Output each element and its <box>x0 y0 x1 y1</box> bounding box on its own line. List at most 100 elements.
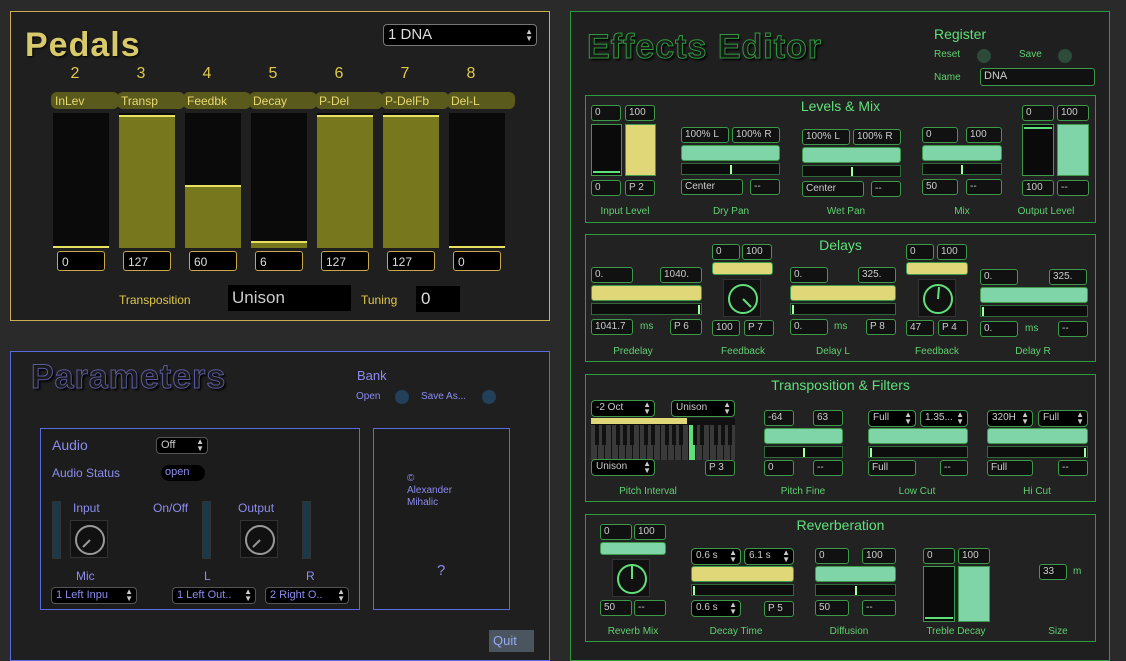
hi-cut-value[interactable]: Full <box>987 460 1033 476</box>
decay-slider-thumb[interactable] <box>693 586 695 595</box>
reverb-mix-bar[interactable] <box>600 542 666 555</box>
pitch-fine-bar[interactable] <box>764 428 843 444</box>
mix-pedal[interactable]: -- <box>966 179 1002 195</box>
diffusion-max[interactable]: 100 <box>862 548 896 564</box>
save-button[interactable] <box>1058 49 1072 63</box>
predelay-slider[interactable] <box>591 303 702 315</box>
hi-cut-slider-thumb[interactable] <box>1084 448 1086 457</box>
dry-pan-left[interactable]: 100% L <box>681 127 729 143</box>
mix-min[interactable]: 0 <box>922 127 958 143</box>
output-level-value[interactable]: 100 <box>1022 180 1054 196</box>
wet-pan-left[interactable]: 100% L <box>802 129 850 145</box>
input-level-pedal[interactable]: P 2 <box>625 180 655 196</box>
pitch-fine-slider[interactable] <box>764 446 843 458</box>
feedback2-min[interactable]: 0 <box>906 244 934 260</box>
reverb-mix-min[interactable]: 0 <box>600 524 632 540</box>
delay-r-pedal[interactable]: -- <box>1058 321 1088 337</box>
wet-pan-right[interactable]: 100% R <box>853 129 901 145</box>
input-level-max[interactable]: 100 <box>625 105 655 121</box>
mix-max[interactable]: 100 <box>966 127 1002 143</box>
input-gain-dial[interactable] <box>70 520 108 558</box>
open-button[interactable] <box>395 390 409 404</box>
reset-button[interactable] <box>977 49 991 63</box>
pedal-slider[interactable] <box>119 113 175 248</box>
dry-pan-right[interactable]: 100% R <box>732 127 780 143</box>
hi-cut-pedal[interactable]: -- <box>1058 460 1088 476</box>
feedback2-max[interactable]: 100 <box>937 244 967 260</box>
mix-value[interactable]: 50 <box>922 179 958 195</box>
dry-pan-slider[interactable] <box>681 163 780 175</box>
reverb-mix-pedal[interactable]: -- <box>634 600 666 616</box>
output-level-pedal[interactable]: -- <box>1057 180 1089 196</box>
pitch-fine-pedal[interactable]: -- <box>813 460 843 476</box>
pitch-max-select[interactable]: Unison ▲ ▼ <box>671 400 735 417</box>
feedback1-max[interactable]: 100 <box>742 244 772 260</box>
output-left-select[interactable]: 1 Left Out.. ▲ ▼ <box>172 587 256 604</box>
low-cut-slider-thumb[interactable] <box>870 448 872 457</box>
pitch-fine-min[interactable]: -64 <box>764 410 794 426</box>
output-level-fader[interactable] <box>1057 124 1089 176</box>
treble-decay-max[interactable]: 100 <box>958 548 990 564</box>
pedal-value[interactable]: 127 <box>123 251 171 271</box>
output-gain-dial[interactable] <box>240 520 278 558</box>
mix-bar[interactable] <box>922 145 1002 161</box>
reverb-mix-value[interactable]: 50 <box>600 600 632 616</box>
low-cut-min-select[interactable]: Full ▲ ▼ <box>868 410 916 427</box>
feedback1-pedal[interactable]: P 7 <box>744 320 774 336</box>
low-cut-slider[interactable] <box>868 446 968 458</box>
predelay-pedal[interactable]: P 6 <box>670 319 702 335</box>
diffusion-slider-thumb[interactable] <box>855 586 857 595</box>
dry-pan-value[interactable]: Center <box>681 179 743 195</box>
delay-r-slider[interactable] <box>980 305 1088 317</box>
mix-slider-thumb[interactable] <box>961 165 963 174</box>
preset-select[interactable]: 1 DNA ▲ ▼ <box>383 24 537 46</box>
delay-r-slider-thumb[interactable] <box>982 307 984 316</box>
diffusion-pedal[interactable]: -- <box>862 600 896 616</box>
pedal-value[interactable]: 0 <box>453 251 501 271</box>
input-level-value[interactable]: 0 <box>591 180 621 196</box>
feedback1-dial[interactable] <box>723 279 761 317</box>
pedal-slider[interactable] <box>383 113 439 248</box>
dry-pan-slider-thumb[interactable] <box>730 165 732 174</box>
name-field[interactable]: DNA <box>980 68 1095 86</box>
pedal-slider[interactable] <box>449 113 505 248</box>
predelay-min[interactable]: 0. <box>591 267 633 283</box>
decay-value-select[interactable]: 0.6 s ▲ ▼ <box>691 600 741 617</box>
decay-slider[interactable] <box>691 584 794 596</box>
help-button[interactable]: ? <box>437 562 445 579</box>
feedback2-pedal[interactable]: P 4 <box>938 320 968 336</box>
diffusion-min[interactable]: 0 <box>815 548 849 564</box>
feedback2-value[interactable]: 47 <box>906 320 934 336</box>
delay-l-bar[interactable] <box>790 285 896 301</box>
decay-max-select[interactable]: 6.1 s ▲ ▼ <box>744 548 794 565</box>
pitch-min-select[interactable]: -2 Oct ▲ ▼ <box>591 400 655 417</box>
size-value[interactable]: 33 <box>1039 564 1067 580</box>
pitch-fine-value[interactable]: 0 <box>764 460 794 476</box>
dry-pan-pedal[interactable]: -- <box>750 179 780 195</box>
feedback1-bar[interactable] <box>712 262 773 275</box>
feedback1-value[interactable]: 100 <box>712 320 740 336</box>
output-level-max[interactable]: 100 <box>1057 105 1089 121</box>
reverb-mix-max[interactable]: 100 <box>634 524 666 540</box>
hi-cut-max-select[interactable]: Full ▲ ▼ <box>1038 410 1088 427</box>
wet-pan-pedal[interactable]: -- <box>871 181 901 197</box>
wet-pan-slider[interactable] <box>802 165 901 177</box>
save-as-button[interactable] <box>482 390 496 404</box>
wet-pan-slider-thumb[interactable] <box>851 167 853 176</box>
dry-pan-bar[interactable] <box>681 145 780 161</box>
low-cut-pedal[interactable]: -- <box>940 460 968 476</box>
pedal-value[interactable]: 60 <box>189 251 237 271</box>
pedal-value[interactable]: 127 <box>321 251 369 271</box>
transposition-field[interactable]: Unison <box>228 285 351 311</box>
low-cut-value[interactable]: Full <box>868 460 916 476</box>
output-level-min[interactable]: 0 <box>1022 105 1054 121</box>
delay-l-slider-thumb[interactable] <box>792 305 794 314</box>
pedal-value[interactable]: 6 <box>255 251 303 271</box>
diffusion-bar[interactable] <box>815 566 896 582</box>
quit-button[interactable]: Quit <box>489 630 534 652</box>
wet-pan-bar[interactable] <box>802 147 901 163</box>
diffusion-value[interactable]: 50 <box>815 600 849 616</box>
hi-cut-min-select[interactable]: 320H ▲ ▼ <box>987 410 1033 427</box>
pedal-slider[interactable] <box>317 113 373 248</box>
predelay-value[interactable]: 1041.7 <box>591 319 633 335</box>
